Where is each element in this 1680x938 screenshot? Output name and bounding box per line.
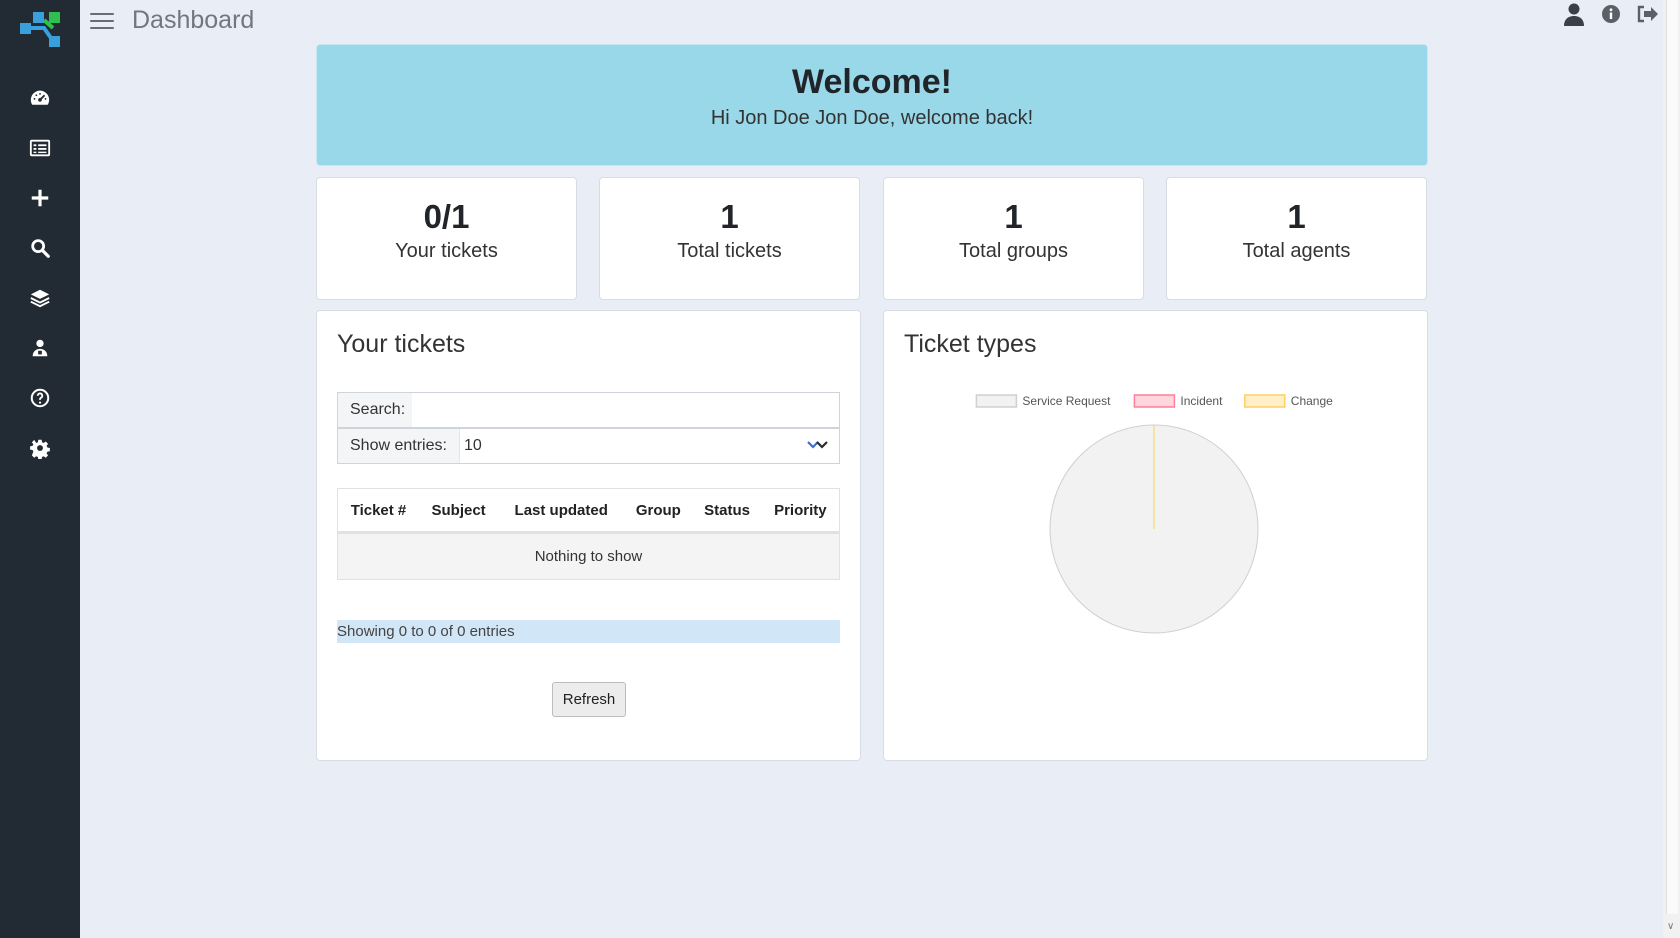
stat-value: 0/1 <box>423 198 470 235</box>
search-input[interactable] <box>412 393 839 427</box>
legend-label[interactable]: Service Request <box>1022 394 1111 408</box>
show-entries-select[interactable]: 10 <box>464 429 482 463</box>
top-bar: Dashboard <box>80 0 1663 44</box>
chevron-down-icon[interactable] <box>807 438 829 457</box>
page-title: Dashboard <box>132 6 255 34</box>
table-row: Nothing to show <box>337 532 840 580</box>
your-tickets-card: Your tickets Search: Show entries: 10 Ti… <box>316 310 861 761</box>
layers-icon[interactable] <box>24 282 56 314</box>
hamburger-menu-icon[interactable] <box>90 9 114 31</box>
search-icon[interactable] <box>24 232 56 264</box>
welcome-message: Hi Jon Doe Jon Doe, welcome back! <box>710 107 1034 129</box>
dashboard-gauge-icon[interactable] <box>24 82 56 114</box>
info-icon[interactable] <box>1597 0 1625 28</box>
stat-card-total-groups: 1 Total groups <box>883 177 1144 300</box>
empty-table-message: Nothing to show <box>337 532 840 580</box>
users-icon[interactable] <box>24 332 56 364</box>
user-icon[interactable] <box>1560 0 1588 28</box>
show-entries-field[interactable]: Show entries: 10 <box>337 428 840 464</box>
column-header-group[interactable]: Group <box>624 488 693 534</box>
stat-card-your-tickets: 0/1 Your tickets <box>316 177 577 300</box>
stat-value: 1 <box>720 198 739 235</box>
your-tickets-title: Your tickets <box>337 330 466 358</box>
legend-swatch[interactable] <box>975 394 1018 408</box>
help-circle-icon[interactable] <box>24 382 56 414</box>
page-scrollbar[interactable]: ∨ <box>1663 0 1680 938</box>
app-logo[interactable] <box>20 10 64 50</box>
column-header-priority[interactable]: Priority <box>761 488 840 534</box>
plus-icon[interactable] <box>24 182 56 214</box>
tickets-table: Ticket # Subject Last updated Group Stat… <box>337 488 840 580</box>
show-entries-label: Show entries: <box>338 429 460 463</box>
refresh-button[interactable]: Refresh <box>552 682 626 717</box>
ticket-types-pie-chart: Service Request Incident Change <box>975 394 1333 634</box>
stat-label: Total tickets <box>677 240 782 262</box>
stat-label: Total groups <box>959 240 1068 262</box>
stat-label: Your tickets <box>395 240 498 262</box>
stat-value: 1 <box>1004 198 1023 235</box>
welcome-title: Welcome! <box>792 63 952 101</box>
search-field: Search: <box>337 392 840 428</box>
sidebar <box>0 0 80 938</box>
stat-label: Total agents <box>1242 240 1351 262</box>
table-info: Showing 0 to 0 of 0 entries <box>337 620 840 643</box>
scrollbar-thumb[interactable] <box>1666 0 1678 914</box>
stat-value: 1 <box>1287 198 1306 235</box>
legend-label[interactable]: Incident <box>1180 394 1223 408</box>
gear-icon[interactable] <box>24 432 56 464</box>
welcome-banner: Welcome! Hi Jon Doe Jon Doe, welcome bac… <box>316 44 1428 166</box>
tickets-list-icon[interactable] <box>24 132 56 164</box>
column-header-ticket-number[interactable]: Ticket # <box>337 488 419 534</box>
stat-card-total-tickets: 1 Total tickets <box>599 177 860 300</box>
legend-label[interactable]: Change <box>1291 394 1333 408</box>
ticket-types-card: Ticket types Service Request Incident Chan… <box>883 310 1428 761</box>
scroll-down-arrow-icon[interactable]: ∨ <box>1667 921 1674 932</box>
logout-icon[interactable] <box>1633 0 1661 28</box>
stat-card-total-agents: 1 Total agents <box>1166 177 1427 300</box>
column-header-last-updated[interactable]: Last updated <box>498 488 625 534</box>
legend-swatch[interactable] <box>1244 394 1286 408</box>
column-header-status[interactable]: Status <box>692 488 762 534</box>
column-header-subject[interactable]: Subject <box>418 488 499 534</box>
table-header-row: Ticket # Subject Last updated Group Stat… <box>337 488 840 534</box>
search-label: Search: <box>338 393 419 427</box>
legend-swatch[interactable] <box>1133 394 1176 408</box>
